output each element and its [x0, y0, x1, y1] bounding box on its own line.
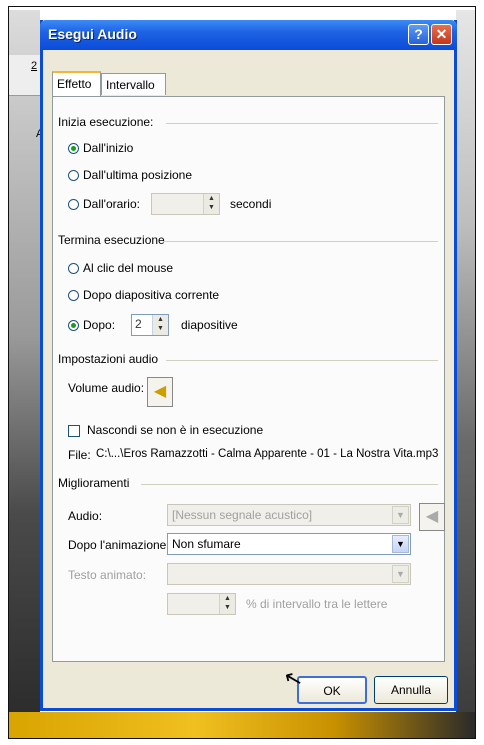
- radio-start-last[interactable]: [68, 170, 79, 181]
- radio-start-time-label[interactable]: Dall'orario:: [83, 197, 140, 211]
- radio-start-last-label[interactable]: Dall'ultima posizione: [83, 168, 192, 182]
- volume-label: Volume audio:: [68, 381, 145, 395]
- audio-effect-dropdown[interactable]: [Nessun segnale acustico] ▼: [167, 504, 411, 526]
- slides-label: diapositive: [181, 318, 238, 332]
- animated-text-label: Testo animato:: [68, 568, 147, 582]
- hide-when-not-playing-checkbox[interactable]: [68, 425, 80, 437]
- hide-when-not-playing-label[interactable]: Nascondi se non è in esecuzione: [87, 423, 263, 437]
- speaker-icon: ◀: [425, 508, 439, 525]
- audio-effect-value: [Nessun segnale acustico]: [172, 508, 313, 522]
- enhancements-group-label: Miglioramenti: [58, 476, 130, 490]
- after-animation-label: Dopo l'animazione:: [68, 538, 170, 552]
- tab-panel-effetto: Inizia esecuzione: Dall'inizio Dall'ulti…: [52, 96, 445, 662]
- chevron-down-icon[interactable]: ▼: [392, 535, 409, 553]
- radio-stop-after-label[interactable]: Dopo:: [83, 318, 115, 332]
- audio-settings-group-line: [166, 360, 438, 361]
- radio-start-beginning-label[interactable]: Dall'inizio: [83, 141, 133, 155]
- after-animation-value: Non sfumare: [172, 537, 241, 551]
- animated-text-dropdown[interactable]: ▼: [167, 563, 411, 585]
- radio-stop-after-slide[interactable]: [68, 290, 79, 301]
- file-path: C:\...\Eros Ramazzotti - Calma Apparente…: [96, 448, 439, 460]
- stop-group-line: [163, 241, 438, 242]
- radio-stop-click[interactable]: [68, 263, 79, 274]
- start-group-label: Inizia esecuzione:: [58, 115, 154, 129]
- close-button[interactable]: ✕: [431, 24, 452, 45]
- spinner-arrows-icon[interactable]: ▲ ▼: [203, 194, 219, 214]
- help-button[interactable]: ?: [408, 24, 429, 45]
- tab-effetto[interactable]: Effetto: [52, 71, 101, 96]
- radio-start-time[interactable]: [68, 199, 79, 210]
- chevron-down-icon[interactable]: ▼: [392, 506, 409, 524]
- background-app-bottom: [9, 712, 475, 738]
- audio-settings-group-label: Impostazioni audio: [58, 352, 159, 366]
- background-app-left: [9, 10, 40, 730]
- volume-button[interactable]: ◀: [147, 377, 173, 407]
- file-label: File:: [68, 448, 91, 462]
- start-time-spinner[interactable]: ▲ ▼: [151, 193, 220, 215]
- background-app-right: [456, 10, 475, 730]
- letter-interval-label: % di intervallo tra le lettere: [246, 597, 388, 611]
- spinner-arrows-icon[interactable]: ▲ ▼: [219, 594, 235, 614]
- after-animation-dropdown[interactable]: Non sfumare ▼: [167, 533, 411, 555]
- speaker-icon: ◀: [153, 383, 167, 400]
- seconds-label: secondi: [230, 197, 272, 211]
- radio-stop-click-label[interactable]: Al clic del mouse: [83, 261, 173, 275]
- title-bar[interactable]: Esegui Audio ? ✕: [40, 20, 457, 50]
- chevron-down-icon[interactable]: ▼: [392, 565, 409, 583]
- stop-group-label: Termina esecuzione: [58, 233, 165, 247]
- stop-after-value[interactable]: 2: [135, 317, 142, 331]
- radio-stop-after-slide-label[interactable]: Dopo diapositiva corrente: [83, 288, 219, 302]
- play-audio-dialog: Esegui Audio ? ✕ Effetto Intervallo Iniz…: [40, 20, 457, 711]
- window-title: Esegui Audio: [48, 26, 137, 42]
- close-icon: ✕: [435, 26, 448, 42]
- question-icon: ?: [414, 26, 423, 42]
- audio-label: Audio:: [68, 509, 103, 523]
- enhancements-group-line: [141, 484, 438, 485]
- radio-stop-after[interactable]: [68, 320, 79, 331]
- stop-after-spinner[interactable]: 2 ▲ ▼: [131, 314, 169, 336]
- cancel-button[interactable]: Annulla: [374, 676, 448, 704]
- audio-effect-speaker-button[interactable]: ◀: [419, 503, 445, 531]
- background-char-1: 2: [31, 60, 38, 72]
- start-group-line: [166, 123, 438, 124]
- radio-start-beginning[interactable]: [68, 143, 79, 154]
- tab-intervallo[interactable]: Intervallo: [101, 73, 166, 95]
- spinner-arrows-icon[interactable]: ▲ ▼: [152, 315, 168, 335]
- letter-interval-spinner[interactable]: ▲ ▼: [167, 593, 236, 615]
- ok-button[interactable]: OK: [297, 676, 367, 704]
